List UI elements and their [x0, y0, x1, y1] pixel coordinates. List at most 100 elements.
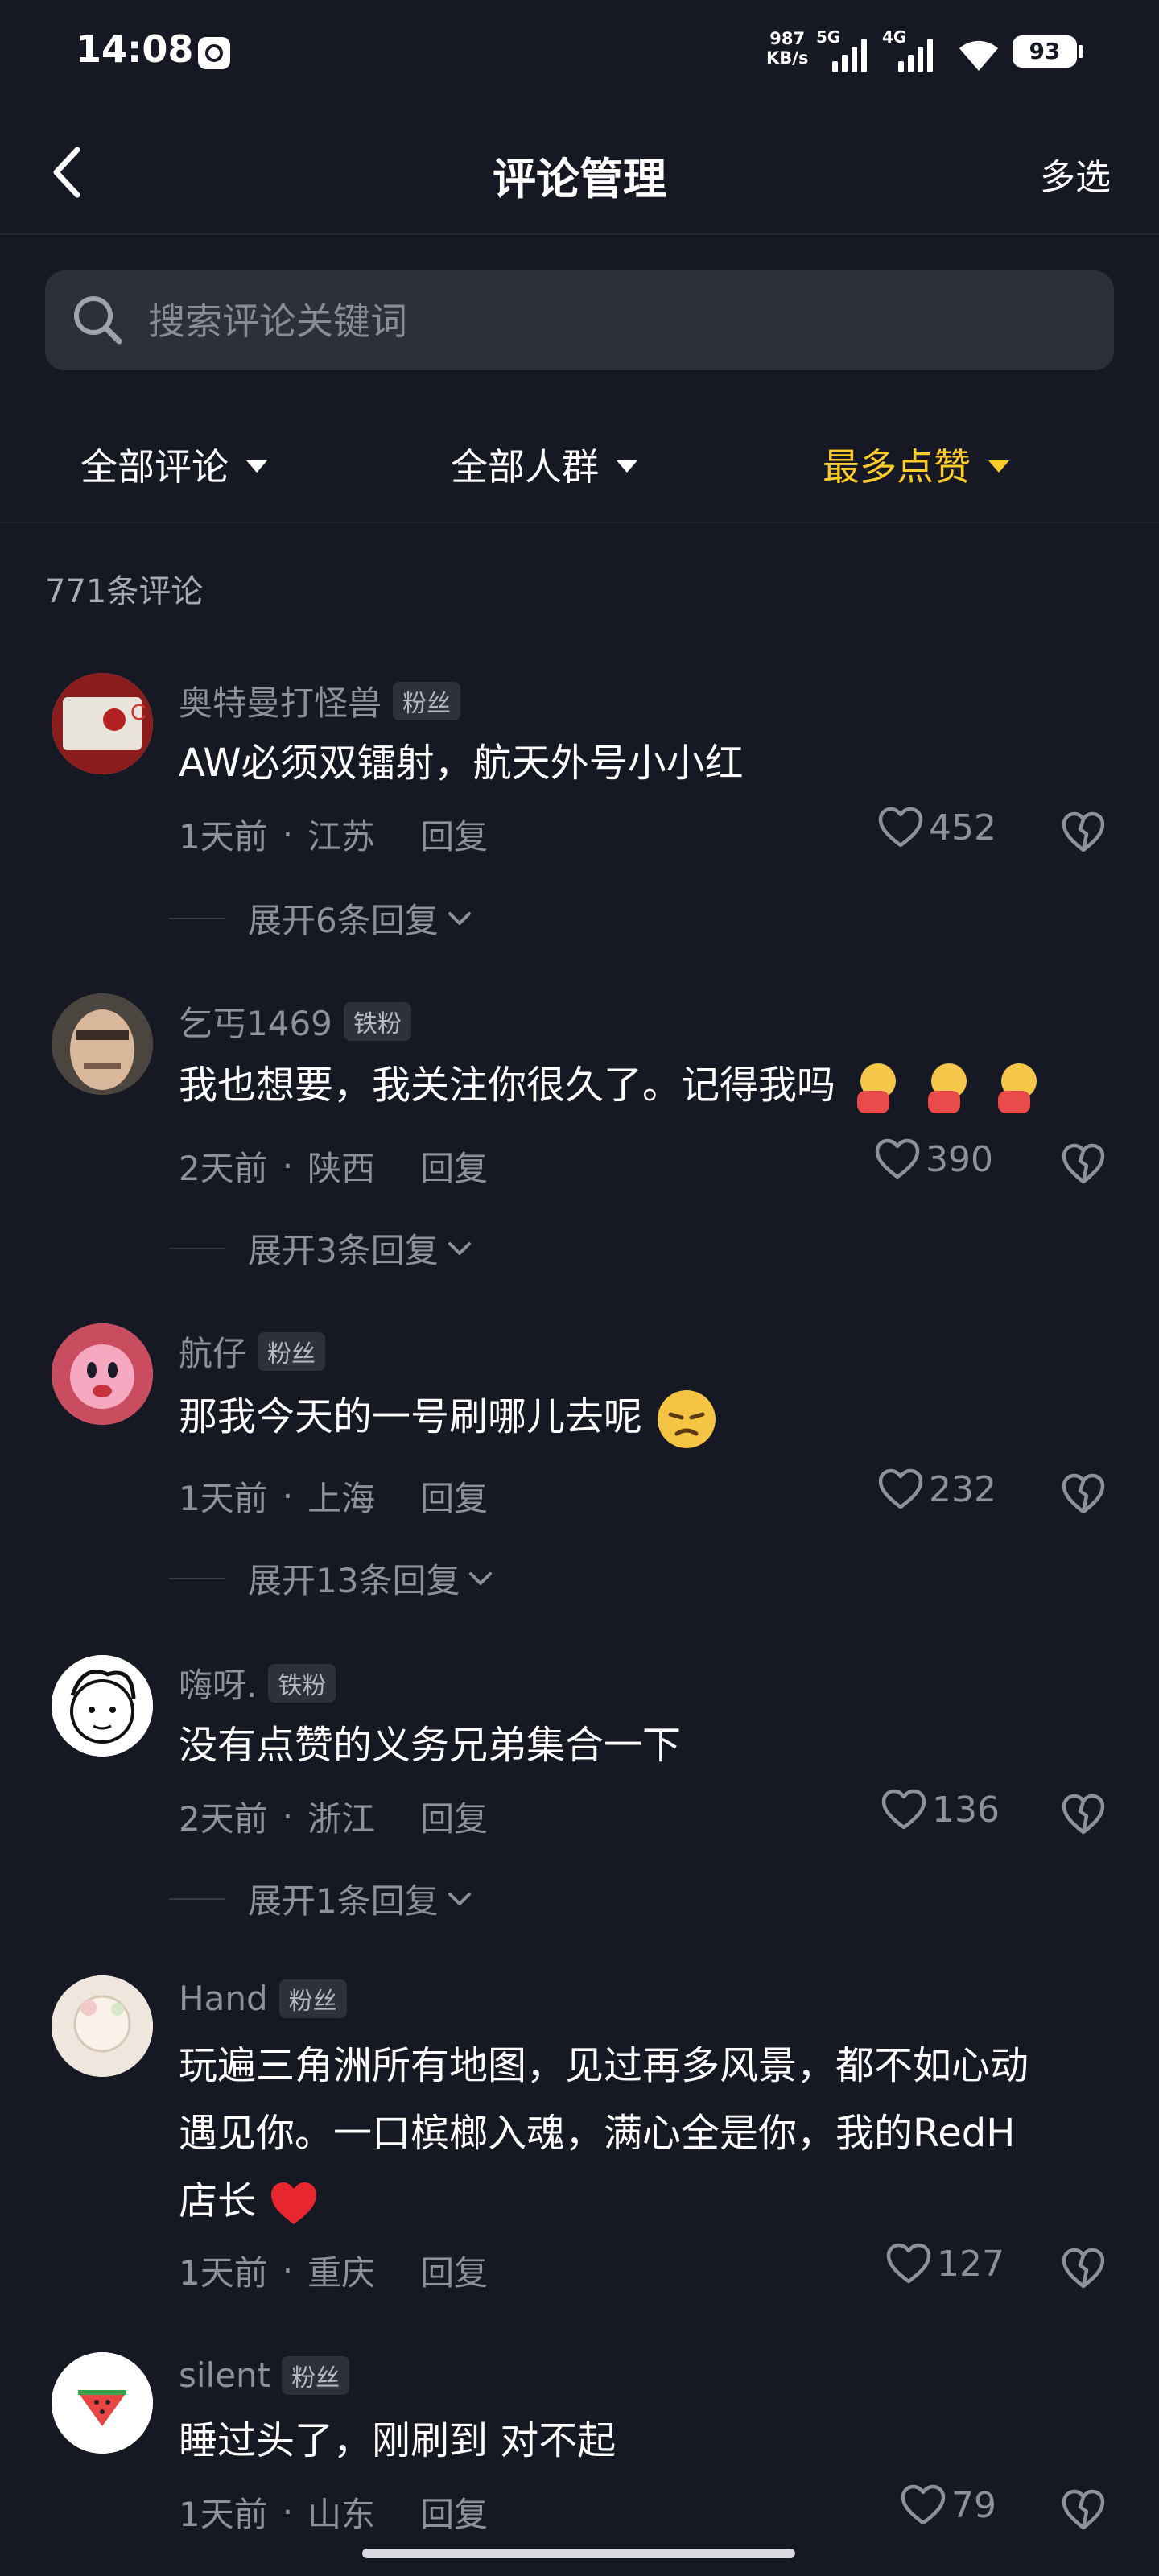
svg-text:C: C — [130, 700, 146, 724]
broken-heart-icon[interactable] — [1061, 2248, 1106, 2289]
reply-button[interactable]: 回复 — [420, 1141, 488, 1191]
expand-label: 展开13条回复 — [248, 1561, 460, 1600]
comment-location: 山东 — [307, 2495, 376, 2534]
like-button[interactable]: 390 — [874, 1138, 993, 1180]
meta-separator: · — [282, 1146, 294, 1186]
fan-badge: 铁粉 — [268, 1663, 336, 1703]
comment-username[interactable]: 奥特曼打怪兽 — [179, 676, 382, 725]
avatar[interactable] — [52, 993, 153, 1095]
expand-replies-button[interactable]: 展开3条回复 — [169, 1224, 474, 1273]
comment-username[interactable]: 嗨呀. — [179, 1658, 257, 1707]
filter-most-liked[interactable]: 最多点赞 — [823, 438, 1009, 491]
like-button[interactable]: 232 — [877, 1468, 996, 1510]
chevron-down-icon — [448, 1892, 471, 1905]
meta-separator: · — [282, 2251, 294, 2290]
comment-location: 江苏 — [307, 817, 376, 857]
filter-divider — [0, 522, 1159, 523]
like-count: 136 — [932, 1789, 1000, 1831]
comment-meta: 2天前 · 浙江 回复 — [179, 1792, 488, 1841]
filter-all-comments[interactable]: 全部评论 — [80, 438, 267, 491]
broken-heart-icon[interactable] — [1061, 1473, 1106, 1515]
comment-username[interactable]: 航仔 — [179, 1327, 246, 1376]
multi-select-button[interactable]: 多选 — [1040, 148, 1111, 200]
emoji-icon — [927, 1063, 967, 1113]
reply-button[interactable]: 回复 — [420, 2246, 488, 2295]
chevron-down-icon — [469, 1571, 493, 1585]
broken-heart-icon[interactable] — [1061, 1143, 1106, 1185]
comment-text-row: 我也想要，我关注你很久了。记得我吗 — [179, 1051, 1046, 1119]
wifi-icon — [959, 40, 998, 71]
fan-badge: 粉丝 — [282, 2355, 350, 2395]
expand-label: 展开6条回复 — [248, 901, 439, 940]
caret-down-icon — [617, 460, 637, 473]
heart-icon — [881, 1789, 926, 1830]
battery-indicator: 93 — [1013, 35, 1083, 68]
fan-badge: 粉丝 — [393, 681, 461, 720]
search-icon — [74, 296, 122, 345]
heart-icon — [875, 1138, 920, 1179]
comment-user-row: Hand 粉丝 — [179, 1979, 347, 2018]
comment-username[interactable]: Hand — [179, 1979, 268, 2018]
expand-replies-button[interactable]: 展开6条回复 — [169, 894, 474, 943]
comment-time: 1天前 — [179, 817, 268, 857]
expand-line — [169, 1577, 225, 1579]
broken-heart-icon[interactable] — [1061, 811, 1106, 853]
avatar[interactable] — [52, 1655, 153, 1757]
chevron-down-icon — [448, 911, 471, 925]
notification-app-icon — [198, 37, 230, 69]
avatar[interactable]: C — [52, 673, 153, 774]
comment-user-row: 奥特曼打怪兽 粉丝 — [179, 676, 461, 725]
comment-time: 2天前 — [179, 1799, 268, 1839]
search-input[interactable] — [146, 274, 1083, 369]
expand-label: 展开3条回复 — [248, 1231, 439, 1270]
expand-replies-button[interactable]: 展开1条回复 — [169, 1874, 474, 1923]
red-heart-emoji-icon — [271, 2182, 317, 2224]
expand-line — [169, 917, 225, 919]
home-indicator[interactable] — [362, 2549, 795, 2558]
caret-down-icon — [246, 460, 267, 473]
like-button[interactable]: 127 — [885, 2243, 1004, 2285]
chevron-down-icon — [448, 1241, 471, 1255]
meta-separator: · — [282, 2492, 294, 2532]
comment-text: 睡过头了，刚刷到 对不起 — [179, 2418, 617, 2463]
reply-button[interactable]: 回复 — [420, 1792, 488, 1841]
comment-meta: 2天前 · 陕西 回复 — [179, 1141, 488, 1191]
signal-bars-icon — [898, 37, 933, 72]
comment-username[interactable]: 乞丐1469 — [179, 997, 332, 1046]
meta-separator: · — [282, 1797, 294, 1836]
comment-time: 1天前 — [179, 2495, 268, 2534]
comment-location: 重庆 — [307, 2253, 376, 2293]
expand-replies-button[interactable]: 展开13条回复 — [169, 1554, 495, 1603]
reply-button[interactable]: 回复 — [420, 810, 488, 859]
comment-username[interactable]: silent — [179, 2355, 270, 2395]
broken-heart-icon[interactable] — [1061, 2489, 1106, 2531]
net-speed-value: 987 — [769, 29, 806, 48]
filter-all-audience[interactable]: 全部人群 — [451, 438, 637, 491]
avatar[interactable] — [52, 1975, 153, 2077]
meta-separator: · — [282, 815, 294, 854]
like-count: 232 — [929, 1468, 996, 1510]
comment-user-row: 嗨呀. 铁粉 — [179, 1658, 336, 1707]
meta-separator: · — [282, 1476, 294, 1516]
avatar[interactable] — [52, 1323, 153, 1425]
like-button[interactable]: 79 — [900, 2484, 996, 2526]
comment-text-line: 店长 — [179, 2178, 257, 2223]
avatar[interactable] — [52, 2352, 153, 2454]
comment-text: 那我今天的一号刷哪儿去呢 — [179, 1394, 643, 1439]
expand-label: 展开1条回复 — [248, 1881, 439, 1921]
like-count: 452 — [929, 807, 996, 848]
reply-button[interactable]: 回复 — [420, 1472, 488, 1521]
comment-meta: 1天前 · 山东 回复 — [179, 2487, 488, 2537]
comment-user-row: silent 粉丝 — [179, 2355, 350, 2395]
reply-button[interactable]: 回复 — [420, 2487, 488, 2537]
comment-location: 上海 — [307, 1479, 376, 1518]
heart-icon — [878, 807, 923, 848]
like-button[interactable]: 136 — [881, 1789, 1000, 1831]
fan-badge: 粉丝 — [258, 1331, 326, 1371]
page-title: 评论管理 — [493, 154, 666, 204]
comment-text: 我也想要，我关注你很久了。记得我吗 — [179, 1063, 836, 1108]
like-button[interactable]: 452 — [877, 807, 996, 848]
broken-heart-icon[interactable] — [1061, 1794, 1106, 1835]
annoyed-emoji-icon — [658, 1390, 716, 1448]
heart-icon — [901, 2484, 946, 2525]
